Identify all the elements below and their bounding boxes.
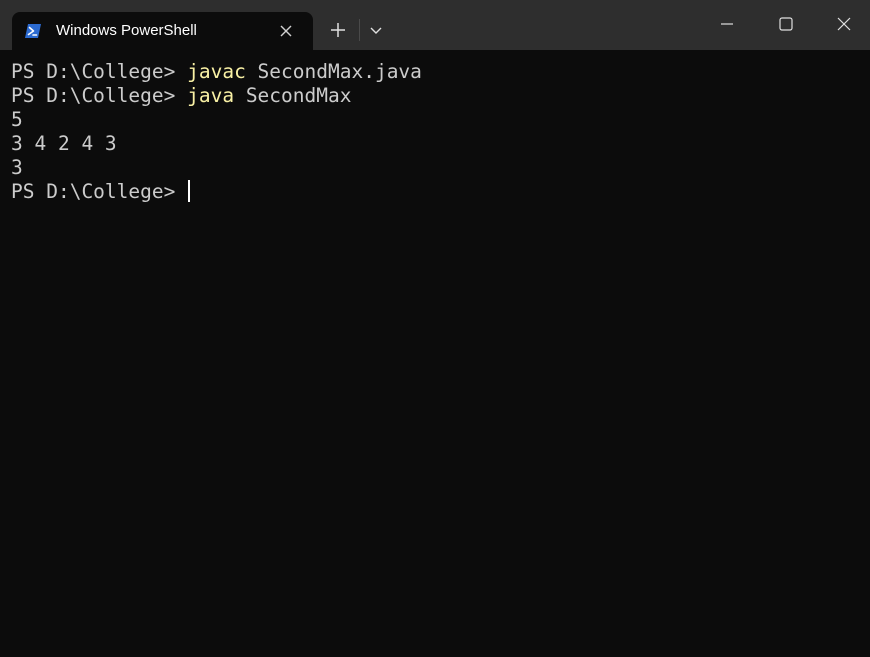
command-args: SecondMax.java (245, 60, 422, 83)
prompt: PS D:\College> (11, 180, 188, 203)
terminal-line: PS D:\College> java SecondMax (11, 84, 861, 108)
command-name: javac (187, 60, 246, 83)
text-cursor (188, 180, 191, 202)
close-button[interactable] (814, 0, 870, 48)
terminal-line: PS D:\College> javac SecondMax.java (11, 60, 861, 84)
output-line: 3 (11, 156, 23, 179)
tab-separator (359, 19, 360, 41)
minimize-button[interactable] (698, 0, 756, 48)
output-line: 3 4 2 4 3 (11, 132, 117, 155)
output-line: 5 (11, 108, 23, 131)
powershell-icon (25, 24, 41, 38)
prompt: PS D:\College> (11, 60, 188, 83)
tab-dropdown-button[interactable] (363, 15, 389, 45)
terminal-output[interactable]: PS D:\College> javac SecondMax.java PS D… (11, 60, 861, 204)
title-bar[interactable]: Windows PowerShell (0, 0, 870, 50)
tab-title: Windows PowerShell (56, 22, 197, 39)
tab-windows-powershell[interactable]: Windows PowerShell (12, 12, 313, 50)
command-name: java (187, 84, 235, 107)
terminal-line: PS D:\College> (11, 180, 861, 204)
maximize-button[interactable] (756, 0, 814, 48)
close-tab-icon[interactable] (276, 21, 296, 41)
command-args: SecondMax (234, 84, 352, 107)
prompt: PS D:\College> (11, 84, 188, 107)
new-tab-button[interactable] (323, 15, 353, 45)
terminal-window: Windows PowerShell PS D:\College> javac … (0, 0, 870, 657)
